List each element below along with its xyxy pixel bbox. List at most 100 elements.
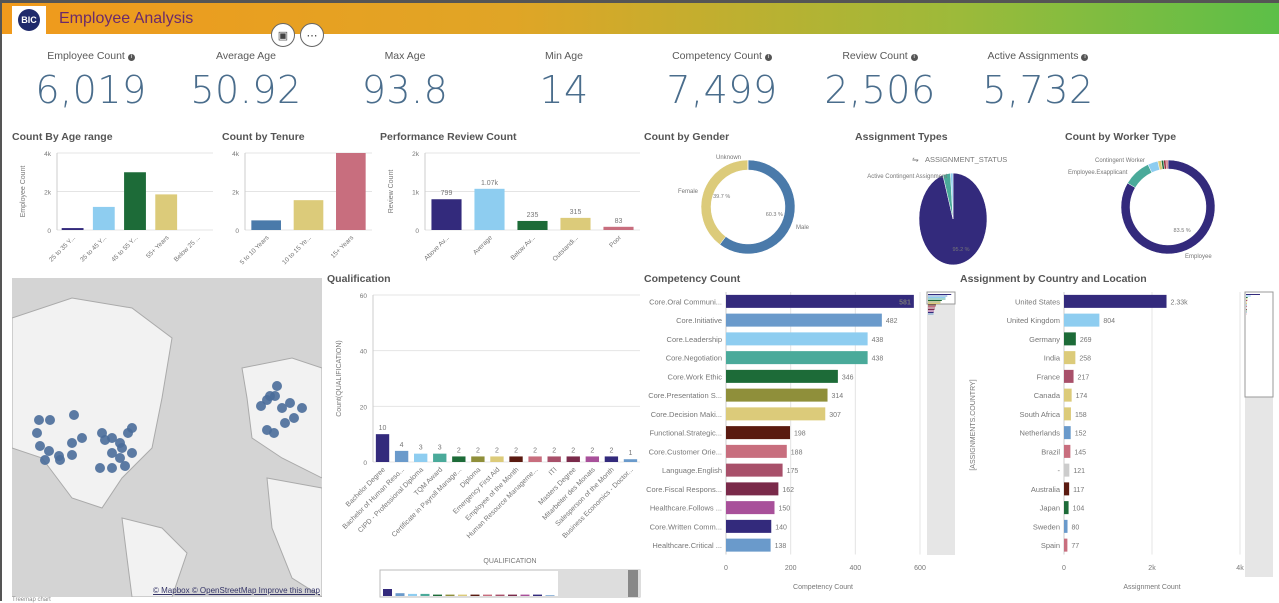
chart-title: Count by Worker Type	[1065, 131, 1176, 143]
x-tick-label: 0	[1062, 565, 1066, 572]
bar[interactable]	[1064, 539, 1067, 552]
bar[interactable]	[605, 456, 618, 462]
minimap-bar	[928, 305, 936, 306]
bar[interactable]	[155, 194, 177, 230]
scrollbar-track[interactable]	[927, 292, 955, 555]
bar[interactable]	[509, 456, 522, 462]
bar[interactable]	[1064, 407, 1071, 420]
bar[interactable]	[474, 189, 504, 230]
bar[interactable]	[1064, 351, 1075, 364]
y-tick-label: 4k	[44, 151, 52, 158]
bar[interactable]	[1064, 295, 1167, 308]
bar[interactable]	[433, 454, 446, 462]
pie-slice[interactable]	[701, 160, 748, 245]
y-tick-label: 4k	[232, 151, 240, 158]
bar[interactable]	[726, 426, 790, 439]
bar[interactable]	[726, 445, 787, 458]
slice-percent-label: 60.3 %	[766, 212, 783, 218]
bar[interactable]	[1064, 389, 1072, 402]
bar[interactable]	[726, 520, 771, 533]
minimap-bar	[928, 312, 934, 313]
x-tick-label: Below Av...	[510, 234, 537, 261]
minimap-bar	[928, 308, 935, 309]
bar[interactable]	[1064, 370, 1074, 383]
y-tick-label: South Africa	[1020, 410, 1061, 419]
bar[interactable]	[471, 456, 484, 462]
data-label: 83	[615, 218, 623, 225]
y-tick-label: Core.Oral Communi...	[649, 297, 722, 306]
minimap-bar	[928, 296, 947, 297]
bar[interactable]	[528, 456, 541, 462]
bar[interactable]	[726, 314, 882, 327]
bar[interactable]	[603, 227, 633, 230]
bar[interactable]	[251, 220, 281, 230]
y-tick-label: Germany	[1029, 335, 1060, 344]
bar[interactable]	[1064, 314, 1099, 327]
data-label: 217	[1078, 374, 1090, 381]
data-label: 2	[495, 447, 499, 454]
minimap-bar	[408, 594, 417, 596]
bar[interactable]	[452, 456, 465, 462]
data-label: 482	[886, 318, 898, 325]
x-tick-label: Human Resource Manageme...	[466, 466, 540, 540]
bar[interactable]	[726, 370, 838, 383]
bar[interactable]	[1064, 332, 1076, 345]
minimap-bar	[1246, 296, 1251, 297]
scrollbar-thumb[interactable]	[558, 570, 640, 597]
scrollbar-handle[interactable]	[628, 570, 638, 597]
bar[interactable]	[726, 295, 914, 308]
bar[interactable]	[1064, 482, 1069, 495]
bar[interactable]	[624, 459, 637, 462]
bar[interactable]	[726, 407, 825, 420]
data-label: 438	[872, 337, 884, 344]
bar[interactable]	[560, 218, 590, 230]
y-tick-label: Core.Presentation S...	[648, 391, 722, 400]
bar[interactable]	[517, 221, 547, 230]
bar[interactable]	[395, 451, 408, 462]
bar[interactable]	[1064, 520, 1068, 533]
slice-name-label: Female	[678, 189, 699, 195]
bar[interactable]	[294, 200, 324, 230]
bar[interactable]	[567, 456, 580, 462]
filter-icon: ⇋	[912, 155, 919, 164]
chart-title: Count By Age range	[12, 131, 113, 143]
chart-title: Assignment Types	[855, 131, 948, 143]
minimap-bar	[471, 595, 480, 596]
pie-slice[interactable]	[1166, 160, 1168, 169]
bar[interactable]	[586, 456, 599, 462]
y-tick-label: 2k	[232, 190, 240, 197]
y-tick-label: Sweden	[1033, 522, 1060, 531]
bar[interactable]	[1064, 501, 1069, 514]
y-tick-label: Core.Decision Maki...	[651, 410, 722, 419]
bar[interactable]	[124, 172, 146, 230]
bar[interactable]	[336, 153, 366, 230]
minimap-bar	[1246, 309, 1247, 310]
bar[interactable]	[1064, 426, 1071, 439]
bar[interactable]	[726, 539, 771, 552]
x-tick-label: 55+ Years	[145, 234, 171, 260]
bar[interactable]	[726, 389, 828, 402]
bar[interactable]	[1064, 445, 1070, 458]
data-label: 1.07k	[481, 180, 499, 187]
bar[interactable]	[726, 482, 778, 495]
bar[interactable]	[726, 464, 783, 477]
bar[interactable]	[726, 351, 868, 364]
bar[interactable]	[726, 332, 868, 345]
minimap-bar	[396, 593, 405, 596]
y-axis-title: [ASSIGNMENTS.COUNTRY]	[970, 379, 977, 470]
bar[interactable]	[431, 199, 461, 230]
bar[interactable]	[1064, 464, 1069, 477]
bar[interactable]	[548, 456, 561, 462]
bar[interactable]	[726, 501, 775, 514]
bar[interactable]	[62, 228, 84, 230]
bar[interactable]	[93, 207, 115, 230]
scrollbar-thumb[interactable]	[1245, 292, 1273, 397]
y-tick-label: 0	[415, 228, 419, 235]
pie-slice[interactable]	[1128, 164, 1152, 187]
bar[interactable]	[414, 454, 427, 462]
data-label: 2	[609, 447, 613, 454]
bar[interactable]	[490, 456, 503, 462]
bar[interactable]	[376, 434, 389, 462]
slice-name-label: Male	[796, 225, 810, 231]
y-tick-label: 1k	[412, 190, 420, 197]
